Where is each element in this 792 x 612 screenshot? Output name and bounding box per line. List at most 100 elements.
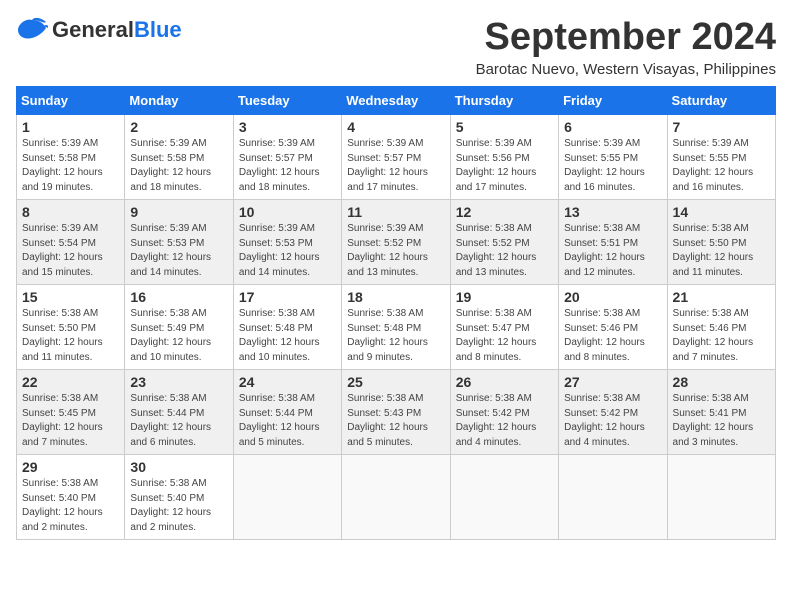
month-title: September 2024 [476, 16, 776, 59]
day-number: 19 [456, 289, 553, 305]
day-number: 12 [456, 204, 553, 220]
calendar-day-cell: 17Sunrise: 5:38 AMSunset: 5:48 PMDayligh… [233, 285, 341, 370]
calendar-day-cell: 10Sunrise: 5:39 AMSunset: 5:53 PMDayligh… [233, 200, 341, 285]
calendar-day-cell: 7 Sunrise: 5:39 AMSunset: 5:55 PMDaylight… [667, 115, 775, 200]
day-info: Sunrise: 5:39 AMSunset: 5:58 PMDaylight:… [130, 137, 227, 195]
title-block: September 2024 Barotac Nuevo, Western Vi… [476, 16, 776, 78]
day-number: 5 [456, 119, 553, 135]
day-number: 2 [130, 119, 227, 135]
calendar-day-cell: 25 Sunrise: 5:38 AMSunset: 5:43 PMDayligh… [342, 370, 450, 455]
day-number: 7 [673, 119, 770, 135]
calendar-day-cell [342, 455, 450, 540]
day-info: Sunrise: 5:39 AMSunset: 5:54 PMDaylight:… [22, 222, 119, 280]
day-info: Sunrise: 5:39 AMSunset: 5:53 PMDaylight:… [130, 222, 227, 280]
day-info: Sunrise: 5:39 AMSunset: 5:56 PMDaylight:… [456, 137, 553, 195]
day-info: Sunrise: 5:38 AMSunset: 5:47 PMDaylight:… [456, 307, 553, 365]
day-info: Sunrise: 5:38 AMSunset: 5:49 PMDaylight:… [130, 307, 227, 365]
calendar-day-cell: 24 Sunrise: 5:38 AMSunset: 5:44 PMDayligh… [233, 370, 341, 455]
day-number: 26 [456, 374, 553, 390]
logo: GeneralBlue [16, 16, 182, 44]
day-number: 25 [347, 374, 444, 390]
day-number: 21 [673, 289, 770, 305]
calendar-day-cell: 4 Sunrise: 5:39 AMSunset: 5:57 PMDaylight… [342, 115, 450, 200]
day-info: Sunrise: 5:38 AMSunset: 5:46 PMDaylight:… [564, 307, 661, 365]
header-wednesday: Wednesday [342, 87, 450, 115]
calendar-day-cell: 16 Sunrise: 5:38 AMSunset: 5:49 PMDayligh… [125, 285, 233, 370]
day-number: 8 [22, 204, 119, 220]
header-friday: Friday [559, 87, 667, 115]
day-info: Sunrise: 5:38 AMSunset: 5:44 PMDaylight:… [130, 392, 227, 450]
day-number: 27 [564, 374, 661, 390]
day-number: 23 [130, 374, 227, 390]
day-number: 9 [130, 204, 227, 220]
header-monday: Monday [125, 87, 233, 115]
day-number: 16 [130, 289, 227, 305]
day-number: 20 [564, 289, 661, 305]
day-info: Sunrise: 5:38 AMSunset: 5:52 PMDaylight:… [456, 222, 553, 280]
header-saturday: Saturday [667, 87, 775, 115]
calendar-day-cell [450, 455, 558, 540]
calendar-day-cell: 27 Sunrise: 5:38 AMSunset: 5:42 PMDayligh… [559, 370, 667, 455]
day-info: Sunrise: 5:38 AMSunset: 5:42 PMDaylight:… [564, 392, 661, 450]
calendar-day-cell: 5 Sunrise: 5:39 AMSunset: 5:56 PMDaylight… [450, 115, 558, 200]
day-info: Sunrise: 5:38 AMSunset: 5:45 PMDaylight:… [22, 392, 119, 450]
day-info: Sunrise: 5:39 AMSunset: 5:57 PMDaylight:… [239, 137, 336, 195]
day-number: 4 [347, 119, 444, 135]
calendar-day-cell: 21Sunrise: 5:38 AMSunset: 5:46 PMDayligh… [667, 285, 775, 370]
calendar-day-cell: 23 Sunrise: 5:38 AMSunset: 5:44 PMDayligh… [125, 370, 233, 455]
calendar-day-cell: 26 Sunrise: 5:38 AMSunset: 5:42 PMDayligh… [450, 370, 558, 455]
logo-bird-icon [16, 16, 48, 44]
calendar-day-cell [233, 455, 341, 540]
page-header: GeneralBlue September 2024 Barotac Nuevo… [16, 16, 776, 78]
day-info: Sunrise: 5:38 AMSunset: 5:51 PMDaylight:… [564, 222, 661, 280]
day-number: 24 [239, 374, 336, 390]
day-number: 6 [564, 119, 661, 135]
calendar-day-cell: 15 Sunrise: 5:38 AMSunset: 5:50 PMDayligh… [17, 285, 125, 370]
calendar-table: Sunday Monday Tuesday Wednesday Thursday… [16, 86, 776, 540]
calendar-day-cell [559, 455, 667, 540]
day-info: Sunrise: 5:38 AMSunset: 5:44 PMDaylight:… [239, 392, 336, 450]
calendar-week-row: 8 Sunrise: 5:39 AMSunset: 5:54 PMDaylight… [17, 200, 776, 285]
day-info: Sunrise: 5:38 AMSunset: 5:40 PMDaylight:… [130, 477, 227, 535]
calendar-day-cell [667, 455, 775, 540]
day-info: Sunrise: 5:38 AMSunset: 5:50 PMDaylight:… [673, 222, 770, 280]
calendar-day-cell: 6Sunrise: 5:39 AMSunset: 5:55 PMDaylight… [559, 115, 667, 200]
calendar-day-cell: 11 Sunrise: 5:39 AMSunset: 5:52 PMDayligh… [342, 200, 450, 285]
day-info: Sunrise: 5:39 AMSunset: 5:57 PMDaylight:… [347, 137, 444, 195]
day-number: 18 [347, 289, 444, 305]
calendar-day-cell: 28 Sunrise: 5:38 AMSunset: 5:41 PMDayligh… [667, 370, 775, 455]
day-info: Sunrise: 5:39 AMSunset: 5:55 PMDaylight:… [673, 137, 770, 195]
day-info: Sunrise: 5:39 AMSunset: 5:52 PMDaylight:… [347, 222, 444, 280]
calendar-week-row: 1 Sunrise: 5:39 AMSunset: 5:58 PMDaylight… [17, 115, 776, 200]
calendar-day-cell: 8 Sunrise: 5:39 AMSunset: 5:54 PMDaylight… [17, 200, 125, 285]
header-thursday: Thursday [450, 87, 558, 115]
calendar-day-cell: 2 Sunrise: 5:39 AMSunset: 5:58 PMDaylight… [125, 115, 233, 200]
day-info: Sunrise: 5:39 AMSunset: 5:53 PMDaylight:… [239, 222, 336, 280]
calendar-day-cell: 18 Sunrise: 5:38 AMSunset: 5:48 PMDayligh… [342, 285, 450, 370]
calendar-week-row: 29Sunrise: 5:38 AMSunset: 5:40 PMDayligh… [17, 455, 776, 540]
calendar-day-cell: 9 Sunrise: 5:39 AMSunset: 5:53 PMDaylight… [125, 200, 233, 285]
day-number: 11 [347, 204, 444, 220]
day-info: Sunrise: 5:38 AMSunset: 5:50 PMDaylight:… [22, 307, 119, 365]
day-info: Sunrise: 5:38 AMSunset: 5:42 PMDaylight:… [456, 392, 553, 450]
day-info: Sunrise: 5:38 AMSunset: 5:48 PMDaylight:… [347, 307, 444, 365]
day-number: 13 [564, 204, 661, 220]
day-number: 30 [130, 459, 227, 475]
day-number: 1 [22, 119, 119, 135]
day-info: Sunrise: 5:38 AMSunset: 5:40 PMDaylight:… [22, 477, 119, 535]
day-number: 14 [673, 204, 770, 220]
day-info: Sunrise: 5:38 AMSunset: 5:41 PMDaylight:… [673, 392, 770, 450]
logo-text: GeneralBlue [52, 17, 182, 43]
calendar-day-cell: 19 Sunrise: 5:38 AMSunset: 5:47 PMDayligh… [450, 285, 558, 370]
calendar-day-cell: 14 Sunrise: 5:38 AMSunset: 5:50 PMDayligh… [667, 200, 775, 285]
calendar-day-cell: 20 Sunrise: 5:38 AMSunset: 5:46 PMDayligh… [559, 285, 667, 370]
calendar-day-cell: 13 Sunrise: 5:38 AMSunset: 5:51 PMDayligh… [559, 200, 667, 285]
header-sunday: Sunday [17, 87, 125, 115]
day-number: 28 [673, 374, 770, 390]
calendar-day-cell: 29Sunrise: 5:38 AMSunset: 5:40 PMDayligh… [17, 455, 125, 540]
calendar-day-cell: 12 Sunrise: 5:38 AMSunset: 5:52 PMDayligh… [450, 200, 558, 285]
calendar-week-row: 15 Sunrise: 5:38 AMSunset: 5:50 PMDayligh… [17, 285, 776, 370]
day-number: 15 [22, 289, 119, 305]
day-info: Sunrise: 5:38 AMSunset: 5:43 PMDaylight:… [347, 392, 444, 450]
calendar-day-cell: 22Sunrise: 5:38 AMSunset: 5:45 PMDayligh… [17, 370, 125, 455]
